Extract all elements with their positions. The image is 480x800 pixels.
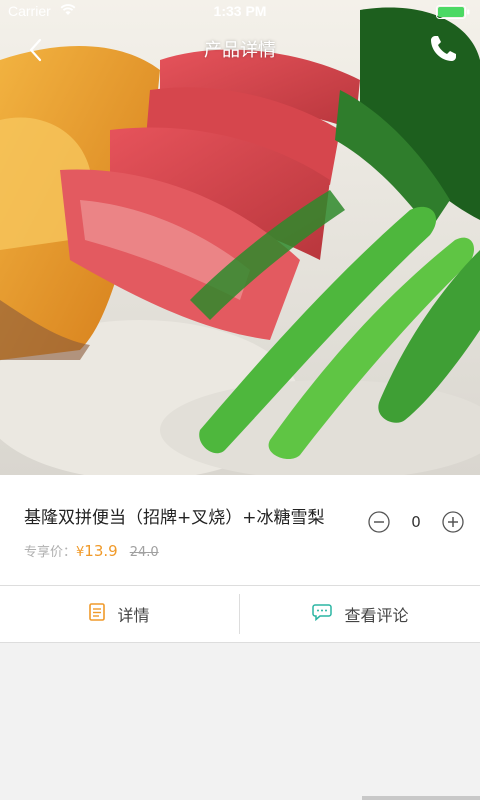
decrease-quantity-button[interactable] [368, 511, 390, 533]
phone-icon[interactable] [426, 32, 460, 66]
tab-divider [239, 594, 240, 634]
status-bar: Carrier 1:33 PM [0, 0, 480, 24]
quantity-stepper: 0 [368, 511, 464, 535]
tab-reviews-label: 查看评论 [344, 606, 409, 625]
price-row: 专享价：¥13.9 24.0 [24, 541, 159, 560]
tab-reviews[interactable]: 查看评论 [241, 586, 480, 642]
price-label: 专享价： [24, 545, 77, 560]
tab-details[interactable]: 详情 [0, 586, 239, 642]
current-price: 13.9 [84, 542, 118, 560]
scroll-indicator [362, 796, 480, 800]
product-info-panel: 基隆双拼便当（招牌+叉烧）+冰糖雪梨 专享价：¥13.9 24.0 0 [0, 475, 480, 585]
page-title: 产品详情 [204, 40, 276, 61]
document-icon [89, 603, 106, 625]
product-image: Carrier 1:33 PM 产品详情 [0, 0, 480, 475]
detail-tabs: 详情 查看评论 [0, 585, 480, 643]
navigation-bar: 产品详情 [0, 24, 480, 74]
quantity-value: 0 [411, 513, 421, 531]
status-time: 1:33 PM [213, 3, 267, 19]
increase-quantity-button[interactable] [442, 511, 464, 533]
original-price: 24.0 [129, 545, 159, 560]
battery-icon [436, 5, 470, 19]
product-name: 基隆双拼便当（招牌+叉烧）+冰糖雪梨 [24, 508, 325, 528]
comment-bubble-icon [312, 603, 333, 625]
tab-details-label: 详情 [117, 606, 150, 625]
